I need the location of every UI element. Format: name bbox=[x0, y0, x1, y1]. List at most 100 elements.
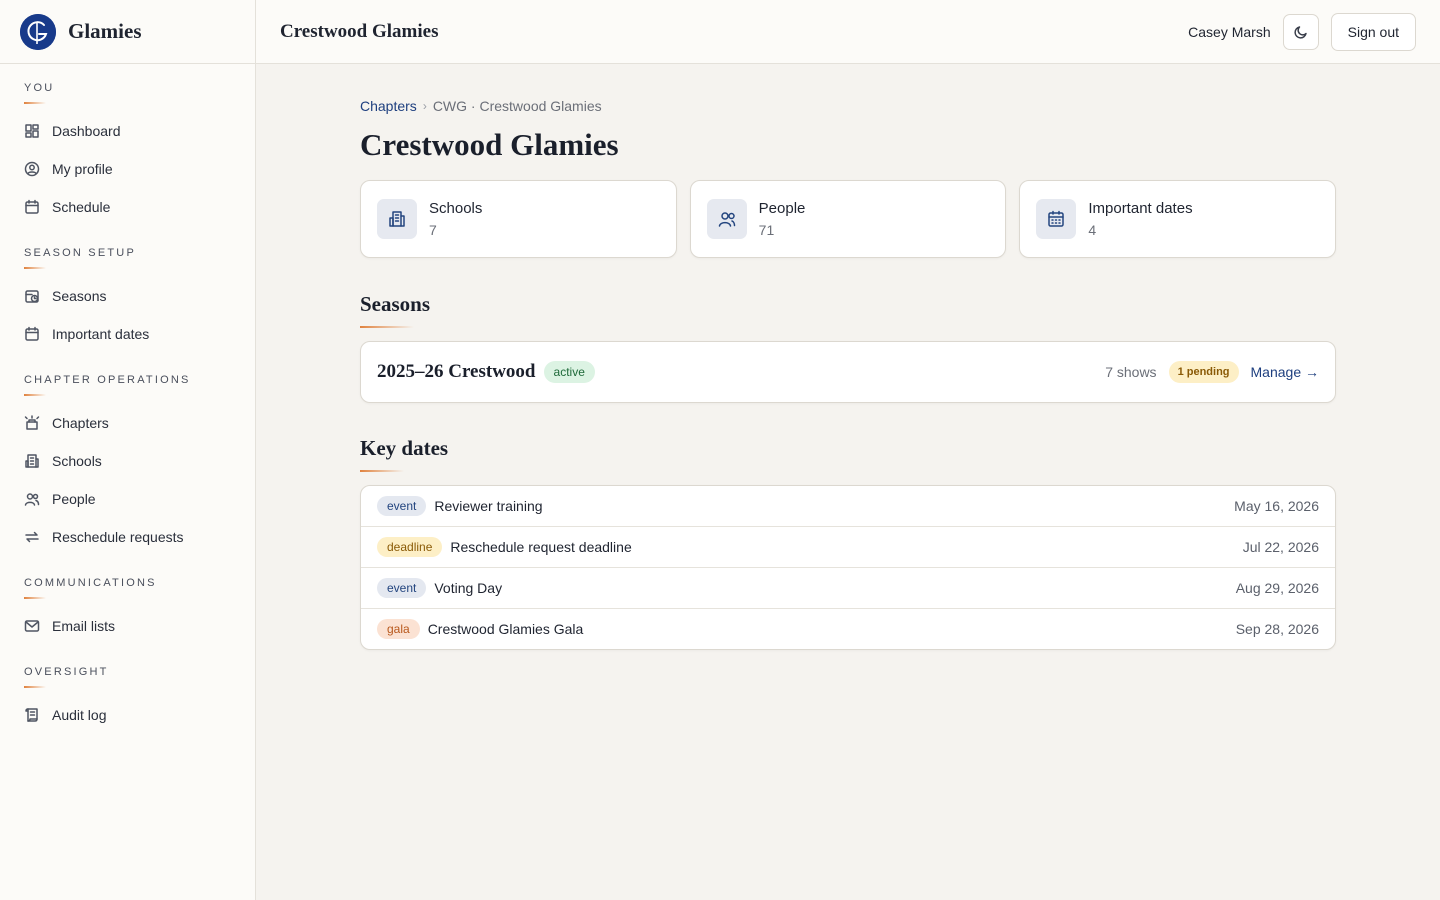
season-name: 2025–26 Crestwood bbox=[377, 361, 536, 382]
stat-label: Important dates bbox=[1088, 200, 1193, 217]
stat-card-people[interactable]: People 71 bbox=[689, 180, 1007, 258]
building-icon bbox=[24, 453, 40, 469]
key-dates-list: event Reviewer training May 16, 2026 dea… bbox=[360, 485, 1336, 650]
sidebar-item-label: Dashboard bbox=[52, 123, 121, 139]
stat-card-important-dates[interactable]: Important dates 4 bbox=[1019, 180, 1337, 258]
stat-card-schools[interactable]: Schools 7 bbox=[360, 180, 677, 258]
manage-season-link[interactable]: Manage → bbox=[1251, 364, 1319, 380]
brand-name: Glamies bbox=[68, 19, 142, 43]
page-title: Crestwood Glamies bbox=[360, 127, 619, 162]
sidebar-item-email-lists[interactable]: Email lists bbox=[24, 607, 255, 645]
date-name: Reschedule request deadline bbox=[450, 539, 632, 555]
stats-row: Schools 7 People 71 Important dates 4 bbox=[360, 180, 1337, 258]
date-name: Crestwood Glamies Gala bbox=[427, 621, 584, 637]
stat-value: 7 bbox=[429, 222, 437, 238]
section-title: COMMUNICATIONS bbox=[24, 577, 157, 589]
date-value: Sep 28, 2026 bbox=[1235, 621, 1319, 637]
sidebar-item-schedule[interactable]: Schedule bbox=[24, 188, 255, 226]
stat-label: People bbox=[758, 200, 806, 217]
heading-divider bbox=[360, 326, 414, 328]
list-item[interactable]: event Reviewer training May 16, 2026 bbox=[361, 486, 1335, 526]
season-meta: 7 shows 1 pending Manage → bbox=[1105, 361, 1319, 383]
date-value: Jul 22, 2026 bbox=[1242, 539, 1319, 555]
breadcrumb-current: CWG · Crestwood Glamies bbox=[432, 98, 602, 114]
nav-section-you: YOU Dashboard My profile Schedule bbox=[0, 82, 255, 226]
gala-tag: gala bbox=[377, 619, 420, 639]
glamies-logo-icon bbox=[20, 13, 56, 50]
seasons-heading: Seasons bbox=[360, 292, 431, 316]
sidebar-item-label: Email lists bbox=[52, 618, 116, 634]
section-divider bbox=[24, 102, 46, 104]
stat-value: 4 bbox=[1088, 222, 1097, 238]
brand[interactable]: Glamies bbox=[0, 0, 255, 64]
theme-toggle-button[interactable] bbox=[1282, 13, 1319, 50]
sidebar-item-people[interactable]: People bbox=[24, 480, 255, 518]
main-content: Chapters › CWG · Crestwood Glamies Crest… bbox=[360, 96, 1337, 650]
sidebar-item-reschedule-requests[interactable]: Reschedule requests bbox=[24, 518, 255, 556]
nav-section-season-setup: SEASON SETUP Seasons Important dates bbox=[0, 247, 255, 353]
event-tag: event bbox=[377, 578, 427, 598]
stat-label: Schools bbox=[429, 200, 483, 217]
topbar-title: Crestwood Glamies bbox=[280, 20, 439, 42]
pending-badge: 1 pending bbox=[1168, 361, 1239, 383]
chevron-right-icon: › bbox=[422, 99, 427, 113]
sidebar-item-dashboard[interactable]: Dashboard bbox=[24, 112, 255, 150]
sidebar-item-label: Schools bbox=[52, 453, 102, 469]
heading-divider bbox=[360, 470, 404, 472]
section-title: CHAPTER OPERATIONS bbox=[24, 374, 191, 386]
date-name: Reviewer training bbox=[434, 498, 543, 514]
list-item[interactable]: deadline Reschedule request deadline Jul… bbox=[361, 526, 1335, 567]
sidebar-item-label: People bbox=[52, 491, 96, 507]
list-item[interactable]: event Voting Day Aug 29, 2026 bbox=[361, 567, 1335, 608]
sidebar-item-label: Seasons bbox=[52, 288, 107, 304]
nav-section-oversight: OVERSIGHT Audit log bbox=[0, 666, 255, 734]
seasons-section: Seasons 2025–26 Crestwood active 7 shows… bbox=[360, 292, 1336, 403]
section-divider bbox=[24, 686, 46, 688]
sign-out-button[interactable]: Sign out bbox=[1330, 12, 1416, 51]
chapters-icon bbox=[24, 415, 40, 431]
sidebar-item-chapters[interactable]: Chapters bbox=[24, 404, 255, 442]
dashboard-icon bbox=[24, 123, 40, 139]
section-title: YOU bbox=[24, 82, 55, 94]
sidebar-item-label: Reschedule requests bbox=[52, 529, 184, 545]
moon-icon bbox=[1293, 25, 1307, 39]
sidebar-item-label: Important dates bbox=[52, 326, 150, 342]
sidebar-item-my-profile[interactable]: My profile bbox=[24, 150, 255, 188]
sidebar: Glamies YOU Dashboard My profile Schedul… bbox=[0, 0, 256, 900]
users-icon bbox=[24, 491, 40, 507]
user-circle-icon bbox=[24, 161, 40, 177]
scroll-icon bbox=[24, 707, 40, 723]
sidebar-item-seasons[interactable]: Seasons bbox=[24, 277, 255, 315]
sidebar-item-audit-log[interactable]: Audit log bbox=[24, 696, 255, 734]
sidebar-item-important-dates[interactable]: Important dates bbox=[24, 315, 255, 353]
list-item[interactable]: gala Crestwood Glamies Gala Sep 28, 2026 bbox=[361, 608, 1335, 649]
stat-value: 71 bbox=[758, 222, 775, 238]
status-badge: active bbox=[543, 361, 595, 383]
key-dates-heading: Key dates bbox=[360, 436, 449, 460]
deadline-tag: deadline bbox=[377, 537, 443, 557]
season-row: 2025–26 Crestwood active 7 shows 1 pendi… bbox=[360, 341, 1336, 403]
nav-section-communications: COMMUNICATIONS Email lists bbox=[0, 577, 255, 645]
breadcrumb-link-chapters[interactable]: Chapters bbox=[360, 98, 417, 114]
user-name: Casey Marsh bbox=[1188, 23, 1271, 40]
section-divider bbox=[24, 597, 46, 599]
topbar-actions: Casey Marsh Sign out bbox=[1188, 12, 1416, 51]
date-value: May 16, 2026 bbox=[1234, 498, 1319, 514]
date-name: Voting Day bbox=[434, 580, 503, 596]
calendar-icon bbox=[24, 199, 40, 215]
sidebar-item-schools[interactable]: Schools bbox=[24, 442, 255, 480]
users-icon bbox=[706, 199, 747, 239]
section-title: OVERSIGHT bbox=[24, 666, 109, 678]
breadcrumb: Chapters › CWG · Crestwood Glamies bbox=[360, 96, 1336, 116]
section-divider bbox=[24, 267, 46, 269]
event-tag: event bbox=[377, 496, 427, 516]
building-icon bbox=[377, 199, 417, 239]
sidebar-item-label: Schedule bbox=[52, 199, 111, 215]
swap-icon bbox=[24, 529, 40, 545]
sidebar-item-label: Chapters bbox=[52, 415, 109, 431]
mail-icon bbox=[24, 618, 40, 634]
nav-section-chapter-operations: CHAPTER OPERATIONS Chapters Schools Peop… bbox=[0, 374, 255, 556]
calendar-icon bbox=[1036, 199, 1077, 239]
date-value: Aug 29, 2026 bbox=[1235, 580, 1319, 596]
sidebar-item-label: My profile bbox=[52, 161, 113, 177]
